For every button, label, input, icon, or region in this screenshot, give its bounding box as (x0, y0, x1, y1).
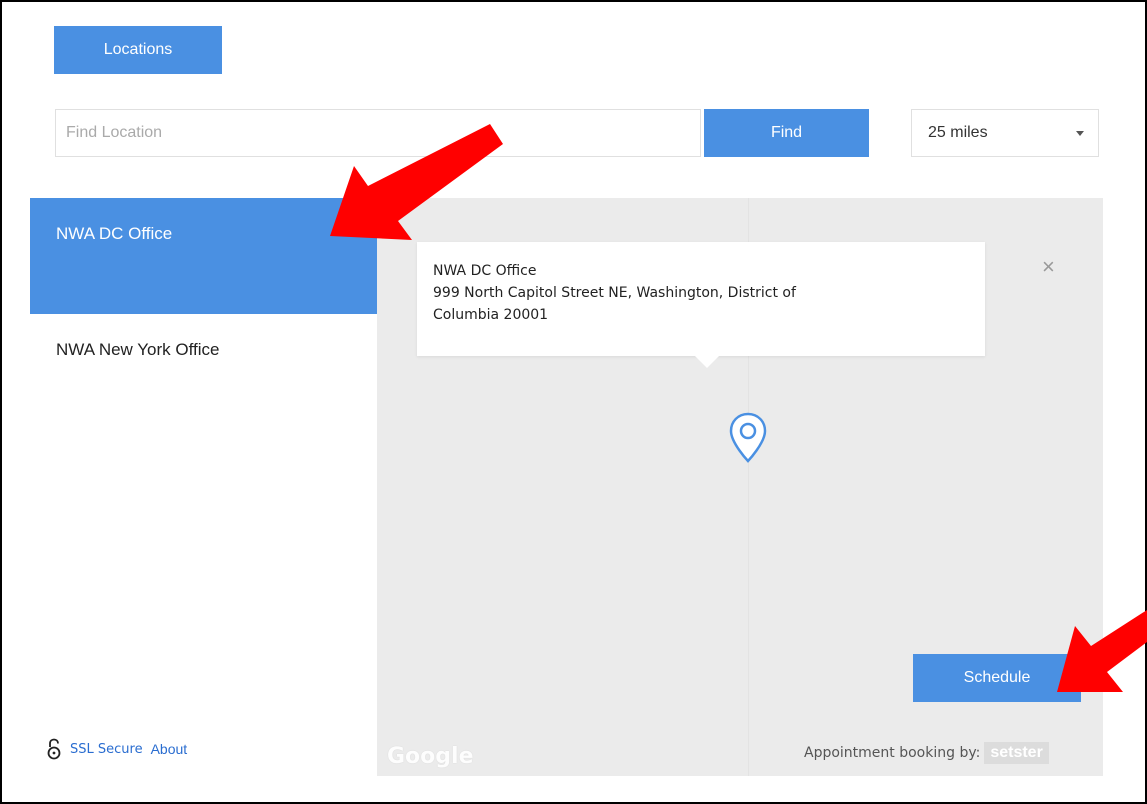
radius-select[interactable]: 25 miles (911, 109, 1099, 157)
about-link[interactable]: About (151, 741, 188, 757)
setster-logo[interactable]: setster (984, 742, 1049, 764)
map-pin-icon[interactable] (728, 412, 768, 464)
footer: SSL Secure About (46, 738, 187, 760)
annotation-arrow-icon (330, 124, 503, 240)
info-window-address-line1: 999 North Capitol Street NE, Washington,… (433, 285, 796, 301)
info-window-tail (695, 356, 719, 368)
schedule-button-label: Schedule (963, 669, 1031, 686)
location-item-label: NWA New York Office (56, 340, 220, 359)
booking-widget: Locations Find 25 miles NWA DC Office NW… (0, 0, 1147, 804)
info-window-address-line2: Columbia 20001 (433, 307, 549, 323)
locations-tab[interactable]: Locations (54, 26, 222, 74)
google-logo: Google (387, 744, 474, 769)
annotation-arrow-icon (1057, 610, 1147, 692)
lock-open-icon (47, 738, 61, 760)
location-item-new-york[interactable]: NWA New York Office (30, 314, 377, 388)
map-view[interactable]: NWA DC Office 999 North Capitol Street N… (377, 198, 1103, 776)
find-button-label: Find (770, 124, 803, 141)
location-item-label: NWA DC Office (56, 224, 173, 243)
booking-attribution: Appointment booking by: setster (804, 742, 1049, 764)
find-button[interactable]: Find (704, 109, 869, 157)
close-icon[interactable]: × (1042, 256, 1055, 278)
locations-tab-label: Locations (103, 41, 173, 58)
booking-label: Appointment booking by: (804, 745, 981, 761)
info-window: NWA DC Office 999 North Capitol Street N… (417, 242, 985, 356)
ssl-secure-link[interactable]: SSL Secure (70, 742, 143, 757)
chevron-down-icon (1076, 130, 1084, 136)
radius-value: 25 miles (928, 124, 988, 141)
info-window-title: NWA DC Office (433, 263, 537, 279)
